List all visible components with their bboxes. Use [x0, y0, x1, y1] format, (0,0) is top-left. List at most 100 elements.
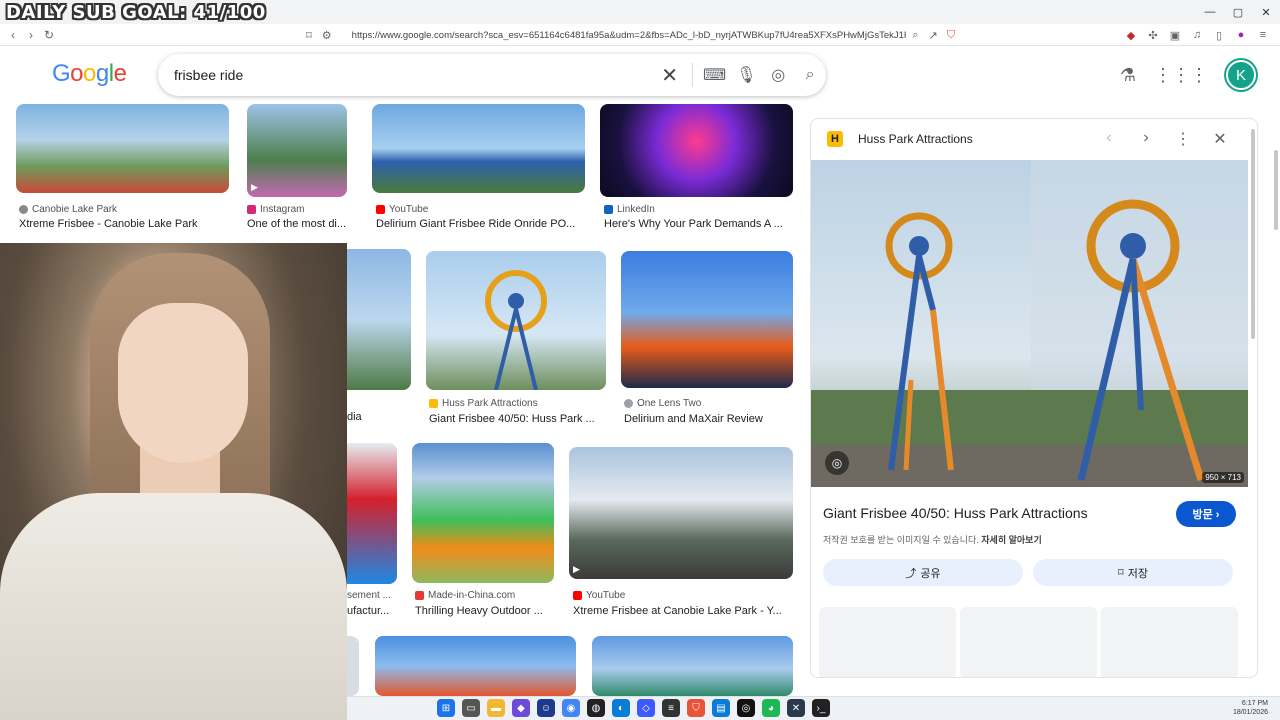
panel-image-title[interactable]: Giant Frisbee 40/50: Huss Park Attractio…	[823, 505, 1088, 521]
chat-icon[interactable]: ☺	[537, 699, 555, 717]
minimize-button[interactable]: —	[1196, 0, 1224, 24]
result-tile[interactable]	[592, 636, 794, 696]
madeinchina-favicon-icon	[415, 591, 424, 600]
result-title[interactable]: Here's Why Your Park Demands A ...	[604, 218, 794, 230]
code-icon[interactable]: ✕	[787, 699, 805, 717]
back-icon[interactable]: ‹	[4, 26, 22, 44]
result-source: Huss Park Attractions	[429, 398, 538, 409]
result-tile[interactable]: One Lens Two Delirium and MaXair Review	[621, 251, 794, 431]
result-title[interactable]: Delirium and MaXair Review	[624, 413, 794, 425]
result-thumbnail[interactable]	[621, 251, 793, 388]
result-tile[interactable]: YouTube Delirium Giant Frisbee Ride Onri…	[372, 104, 587, 234]
close-window-button[interactable]: ✕	[1252, 0, 1280, 24]
preview-image[interactable]: ◎ 950 × 713	[811, 160, 1248, 487]
prev-icon[interactable]: ‹	[1099, 129, 1119, 147]
result-thumbnail[interactable]: ▶	[569, 447, 793, 579]
screenshot-icon[interactable]: ▣	[1166, 29, 1184, 42]
account-avatar[interactable]: K	[1226, 60, 1256, 90]
related-image-placeholder[interactable]	[1101, 607, 1238, 677]
address-bar[interactable]: ⌑ ⚙ https://www.google.com/search?sca_es…	[300, 26, 960, 44]
music-icon[interactable]: ♫	[1188, 29, 1206, 41]
spotify-icon[interactable]: ◕	[762, 699, 780, 717]
google-logo[interactable]: Google	[52, 60, 127, 88]
result-title[interactable]: Giant Frisbee 40/50: Huss Park ...	[429, 413, 605, 425]
bookmark-icon[interactable]: ⌑	[300, 29, 318, 42]
window-controls: — ▢ ✕	[1196, 0, 1280, 24]
result-thumbnail[interactable]	[592, 636, 793, 696]
notepad-icon[interactable]: ▤	[712, 699, 730, 717]
result-title[interactable]: Xtreme Frisbee at Canobie Lake Park - Y.…	[573, 605, 793, 617]
more-vert-icon[interactable]: ⋮	[1173, 129, 1193, 149]
start-icon[interactable]: ⊞	[437, 699, 455, 717]
result-title[interactable]: Xtreme Frisbee - Canobie Lake Park	[19, 218, 229, 230]
clear-icon[interactable]: ✕	[654, 59, 686, 91]
edge-icon[interactable]: ◐	[612, 699, 630, 717]
obs-icon[interactable]: ◎	[737, 699, 755, 717]
site-info-icon[interactable]: ⚙	[318, 29, 336, 42]
result-title[interactable]: Delirium Giant Frisbee Ride Onride PO...	[376, 218, 586, 230]
share-button[interactable]: ⤴ 공유	[823, 559, 1023, 586]
lens-search-icon[interactable]: ◎	[825, 451, 849, 475]
frisbee-ride-graphic	[485, 270, 547, 390]
lens-icon[interactable]: ◎	[762, 59, 794, 91]
result-tile[interactable]: Made-in-China.com Thrilling Heavy Outdoo…	[412, 443, 555, 623]
result-title[interactable]: ufactur...	[347, 605, 397, 617]
panel-scrollbar[interactable]	[1251, 129, 1255, 339]
console-icon[interactable]: ›_	[812, 699, 830, 717]
result-thumbnail[interactable]: ▶	[247, 104, 347, 197]
taskview-icon[interactable]: ▭	[462, 699, 480, 717]
result-thumbnail[interactable]	[600, 104, 793, 197]
system-clock[interactable]: 6:17 PM 18/01/2026	[1233, 699, 1268, 717]
app-icon[interactable]: ◆	[512, 699, 530, 717]
zoom-icon[interactable]: ⌕	[906, 29, 924, 42]
apps-grid-icon[interactable]: ⋮⋮⋮	[1154, 65, 1208, 86]
result-thumbnail[interactable]	[412, 443, 554, 583]
keyboard-icon[interactable]: ⌨	[699, 59, 731, 91]
result-tile[interactable]: ▶ YouTube Xtreme Frisbee at Canobie Lake…	[569, 447, 794, 627]
maximize-button[interactable]: ▢	[1224, 0, 1252, 24]
taskbar-apps: ⊞ ▭ ▬ ◆ ☺ ◉ ◍ ◐ ◇ ≡ ⛉ ▤ ◎ ◕ ✕ ›_	[437, 699, 830, 717]
result-tile[interactable]: ▶ Instagram One of the most di...	[247, 104, 357, 234]
page-scrollbar[interactable]	[1274, 150, 1278, 230]
result-title[interactable]: dia	[347, 411, 407, 423]
share-icon[interactable]: ↗	[924, 29, 942, 42]
reload-icon[interactable]: ↻	[40, 26, 58, 44]
related-image-placeholder[interactable]	[819, 607, 956, 677]
related-image-placeholder[interactable]	[960, 607, 1097, 677]
result-tile[interactable]: Canobie Lake Park Xtreme Frisbee - Canob…	[0, 104, 230, 234]
vpn-icon[interactable]: ◇	[637, 699, 655, 717]
result-thumbnail[interactable]	[426, 251, 606, 390]
search-input[interactable]	[174, 67, 652, 83]
sidebar-icon[interactable]: ▯	[1210, 29, 1228, 42]
extension-icon[interactable]: ◆	[1122, 29, 1140, 42]
search-icon[interactable]: ⌕	[794, 59, 826, 91]
github-icon[interactable]: ◍	[587, 699, 605, 717]
save-button[interactable]: ⌑ 저장	[1033, 559, 1233, 586]
result-thumbnail[interactable]	[375, 636, 576, 696]
puzzle-icon[interactable]: ✣	[1144, 29, 1162, 42]
chrome-icon[interactable]: ◉	[562, 699, 580, 717]
wallet-icon[interactable]: ●	[1232, 29, 1250, 41]
brave-icon[interactable]: ⛉	[687, 699, 705, 717]
forward-icon[interactable]: ›	[22, 26, 40, 44]
visit-button[interactable]: 방문 ›	[1176, 501, 1236, 527]
folder-icon[interactable]: ▬	[487, 699, 505, 717]
mic-icon[interactable]: 🎙	[730, 59, 762, 91]
result-thumbnail[interactable]	[16, 104, 229, 193]
result-thumbnail[interactable]	[372, 104, 585, 193]
menu-icon[interactable]: ≡	[1254, 29, 1272, 41]
url-text[interactable]: https://www.google.com/search?sca_esv=65…	[352, 30, 907, 41]
next-icon[interactable]: ›	[1136, 129, 1156, 147]
result-tile[interactable]	[375, 636, 577, 696]
result-tile[interactable]: LinkedIn Here's Why Your Park Demands A …	[600, 104, 794, 234]
close-icon[interactable]: ✕	[1210, 129, 1230, 149]
shield-icon[interactable]: ⛉	[942, 29, 960, 42]
labs-flask-icon[interactable]: ⚗	[1120, 65, 1136, 86]
result-title[interactable]: Thrilling Heavy Outdoor ...	[415, 605, 555, 617]
panel-source-name[interactable]: Huss Park Attractions	[858, 132, 973, 146]
learn-more-link[interactable]: 자세히 알아보기	[981, 535, 1041, 545]
result-tile[interactable]: Huss Park Attractions Giant Frisbee 40/5…	[426, 251, 607, 431]
huss-favicon-icon	[429, 399, 438, 408]
result-title[interactable]: One of the most di...	[247, 218, 351, 230]
terminal-icon[interactable]: ≡	[662, 699, 680, 717]
